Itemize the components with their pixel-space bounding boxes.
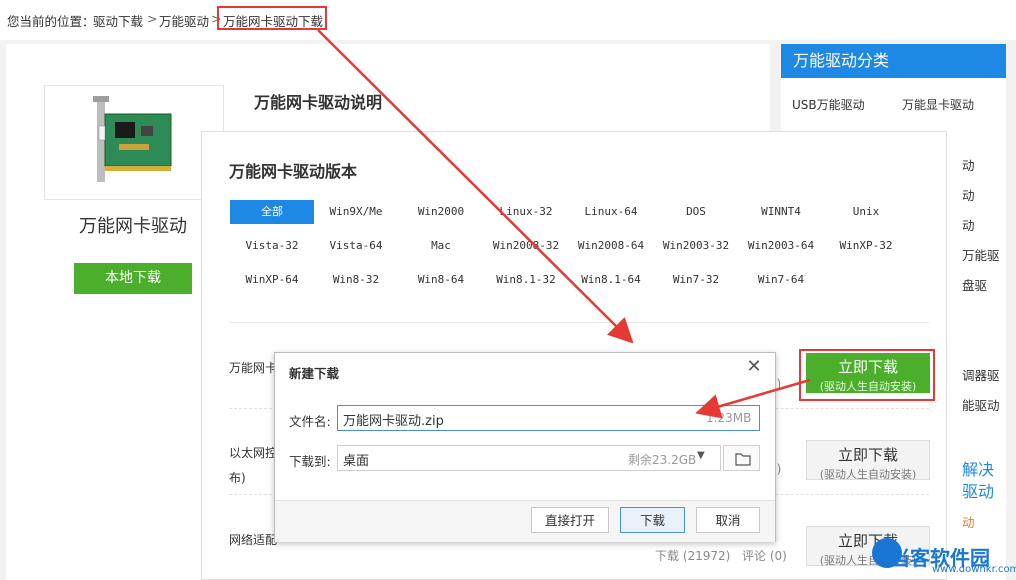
annotation-arrows — [317, 29, 811, 419]
watermark-url: www.downkr.com — [932, 564, 1016, 575]
